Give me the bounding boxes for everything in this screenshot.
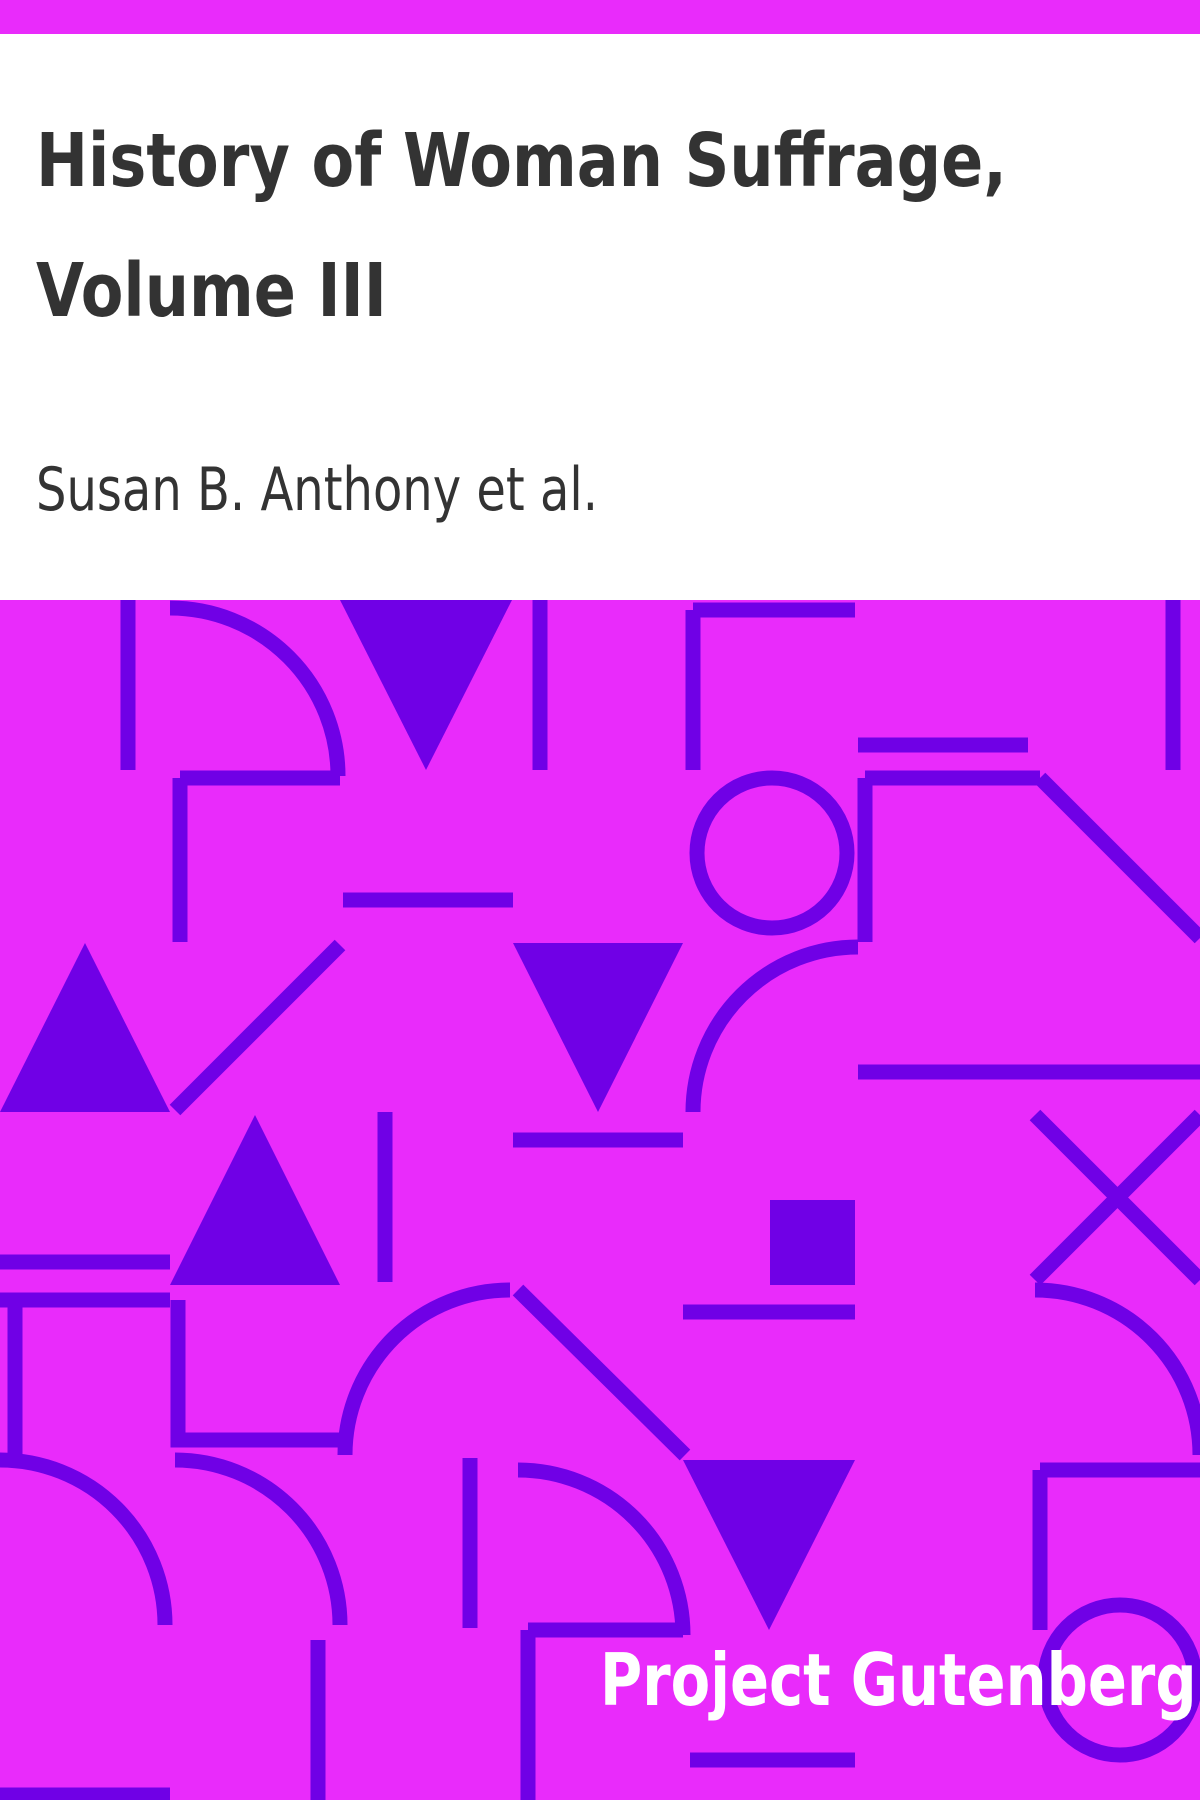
title-panel: History of Woman Suffrage, Volume III Su… — [0, 34, 1200, 600]
triangle-up-shape — [170, 1115, 340, 1285]
triangle-up-shape — [0, 943, 170, 1112]
quarter-arc-shape — [337, 1282, 511, 1456]
ring-shape — [689, 770, 855, 936]
triangle-down-shape — [513, 943, 683, 1112]
diagonal-bar-shape — [512, 1284, 691, 1461]
triangle-down-shape — [683, 1460, 855, 1630]
diagonal-bar-shape — [169, 939, 346, 1116]
corner-shape — [0, 1292, 345, 1455]
triangle-down-shape — [340, 600, 512, 770]
corner-shape — [857, 770, 1040, 942]
quarter-arc-shape — [517, 1462, 691, 1636]
publisher-logo-text: Project Gutenberg — [600, 1638, 1197, 1722]
corner-shape — [685, 602, 855, 770]
quarter-arc-shape — [685, 939, 859, 1113]
quarter-arc-shape — [0, 1452, 173, 1626]
quarter-arc-shape — [1034, 1282, 1200, 1456]
book-cover: History of Woman Suffrage, Volume III Su… — [0, 0, 1200, 1800]
book-title: History of Woman Suffrage, Volume III — [36, 96, 1007, 356]
square-shape — [770, 1200, 855, 1285]
top-color-strip — [0, 0, 1200, 34]
geometric-pattern — [0, 600, 1200, 1800]
book-author: Susan B. Anthony et al. — [36, 455, 599, 525]
quarter-arc-shape — [174, 1452, 348, 1626]
quarter-arc-shape — [169, 600, 346, 777]
book-title-line-1: History of Woman Suffrage, — [36, 118, 1007, 204]
corner-shape — [172, 770, 340, 942]
diagonal-bar-shape — [1034, 772, 1200, 944]
x-cross-shape — [1029, 1109, 1200, 1286]
book-title-line-2: Volume III — [36, 248, 387, 334]
